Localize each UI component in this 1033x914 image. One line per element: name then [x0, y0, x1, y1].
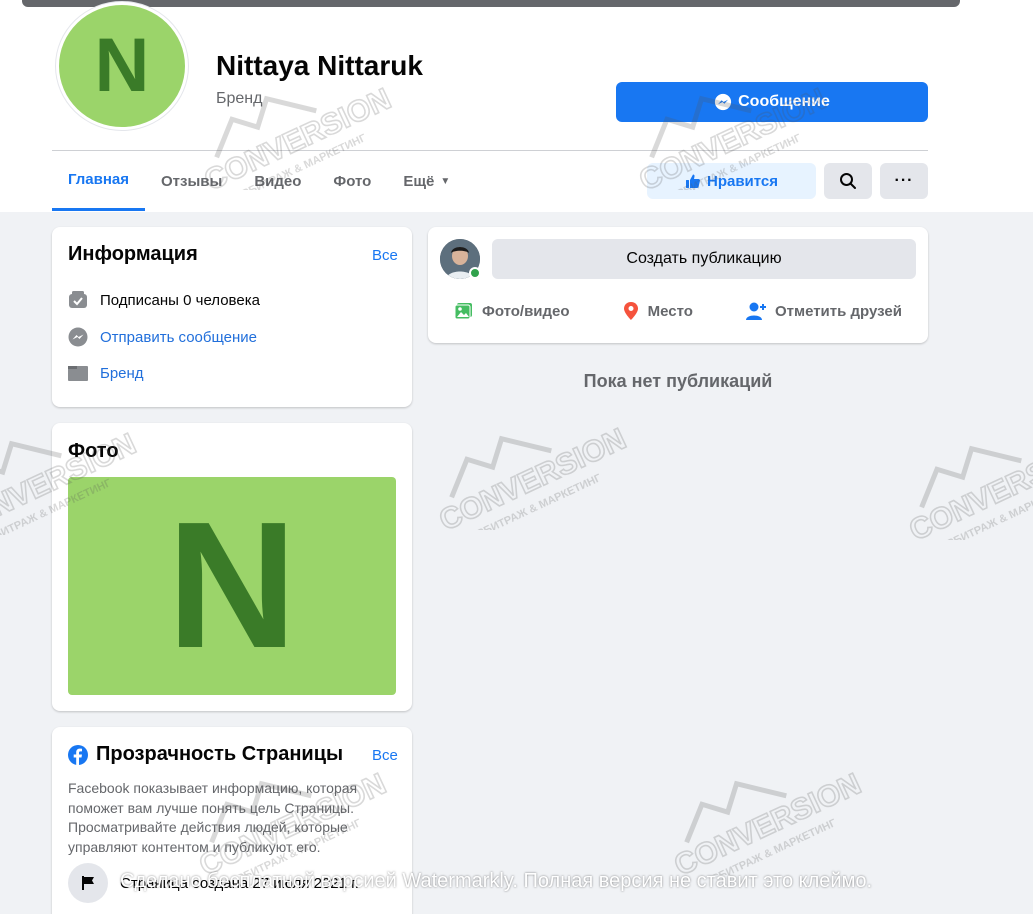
page-tabs: Главная Отзывы Видео Фото Ещё ▼ [52, 151, 466, 212]
profile-avatar[interactable]: N [56, 2, 188, 130]
message-button[interactable]: Сообщение [616, 82, 928, 122]
post-composer: Создать публикацию Фото/видео Место Отме… [428, 227, 928, 343]
tab-home[interactable]: Главная [52, 151, 146, 211]
empty-feed-message: Пока нет публикаций [583, 371, 773, 391]
search-button[interactable] [824, 163, 872, 199]
more-options-button[interactable]: ··· [880, 163, 928, 199]
svg-text:АРБИТРАЖ & МАРКЕТИНГ: АРБИТРАЖ & МАРКЕТИНГ [468, 472, 604, 530]
like-button-label: Нравится [706, 172, 779, 190]
photo-thumbnail[interactable]: N [68, 477, 396, 695]
tab-photos[interactable]: Фото [317, 151, 387, 211]
briefcase-icon [68, 363, 88, 383]
photos-card: Фото N [52, 423, 412, 711]
message-button-label: Сообщение [738, 93, 830, 110]
more-icon: ··· [894, 172, 914, 189]
tab-reviews-label: Отзывы [161, 172, 223, 190]
watermark-logo: CONVERSION АРБИТРАЖ & МАРКЕТИНГ [434, 422, 632, 530]
thumbs-up-icon [685, 174, 700, 188]
info-row-message[interactable]: Отправить сообщение [68, 327, 257, 347]
tag-friends-icon [745, 302, 766, 320]
watermark-logo: CONVERSION АРБИТРАЖ & МАРКЕТИНГ [904, 432, 1033, 540]
tab-more[interactable]: Ещё ▼ [387, 151, 466, 211]
followers-icon [68, 290, 88, 310]
composer-actions: Фото/видео Место Отметить друзей [428, 291, 928, 331]
tab-photos-label: Фото [333, 172, 372, 190]
tab-videos[interactable]: Видео [238, 151, 317, 211]
svg-text:АРБИТРАЖ & МАРКЕТИНГ: АРБИТРАЖ & МАРКЕТИНГ [703, 817, 839, 875]
photos-card-title: Фото [68, 440, 119, 462]
location-label: Место [647, 302, 693, 320]
cover-photo[interactable] [22, 0, 960, 7]
watermark-logo: CONVERSION АРБИТРАЖ & МАРКЕТИНГ [669, 767, 867, 875]
info-row-category[interactable]: Бренд [68, 363, 144, 383]
facebook-icon [68, 744, 88, 765]
location-button[interactable]: Место [622, 301, 693, 321]
create-post-input[interactable]: Создать публикацию [492, 239, 916, 279]
caret-down-icon: ▼ [440, 175, 451, 187]
page-header: N Nittaya Nittaruk Бренд Сообщение Главн… [0, 0, 1033, 212]
transparency-description: Facebook показывает информацию, которая … [68, 780, 358, 855]
tag-friends-label: Отметить друзей [774, 302, 902, 320]
tab-reviews[interactable]: Отзывы [145, 151, 238, 211]
info-row-followers: Подписаны 0 человека [68, 290, 260, 310]
photo-icon [454, 303, 473, 320]
category-link[interactable]: Бренд [100, 365, 144, 382]
avatar-letter: N [94, 23, 150, 108]
tag-friends-button[interactable]: Отметить друзей [745, 301, 902, 321]
svg-text:CONVERSION: CONVERSION [669, 767, 866, 875]
svg-text:АРБИТРАЖ & МАРКЕТИНГ: АРБИТРАЖ & МАРКЕТИНГ [938, 482, 1033, 540]
svg-text:CONVERSION: CONVERSION [904, 432, 1033, 540]
page-title: Nittaya Nittaruk [216, 50, 423, 81]
messenger-icon [68, 327, 88, 347]
info-see-all-link[interactable]: Все [372, 247, 398, 264]
followers-text: Подписаны 0 человека [100, 291, 260, 309]
tab-home-label: Главная [68, 171, 130, 188]
page-category: Бренд [216, 90, 263, 107]
watermark-notice: Сделано бесплатной версией Watermarkly. … [120, 870, 873, 892]
photo-letter: N [167, 485, 297, 686]
transparency-header: Прозрачность Страницы [68, 743, 343, 766]
online-status-dot [469, 267, 481, 279]
info-card-title: Информация [68, 243, 198, 265]
like-button[interactable]: Нравится [647, 163, 816, 199]
svg-text:CONVERSION: CONVERSION [434, 422, 631, 530]
photo-video-label: Фото/видео [482, 302, 570, 320]
tab-more-label: Ещё [403, 172, 435, 190]
search-icon [840, 173, 856, 189]
info-card: Информация Все Подписаны 0 человека Отпр… [52, 227, 412, 407]
transparency-see-all-link[interactable]: Все [372, 747, 398, 764]
photo-video-button[interactable]: Фото/видео [454, 301, 570, 321]
send-message-link[interactable]: Отправить сообщение [100, 329, 257, 346]
messenger-icon [715, 93, 732, 111]
transparency-title: Прозрачность Страницы [96, 743, 344, 765]
flag-icon [68, 863, 108, 903]
location-pin-icon [623, 302, 638, 320]
tab-videos-label: Видео [254, 172, 302, 190]
